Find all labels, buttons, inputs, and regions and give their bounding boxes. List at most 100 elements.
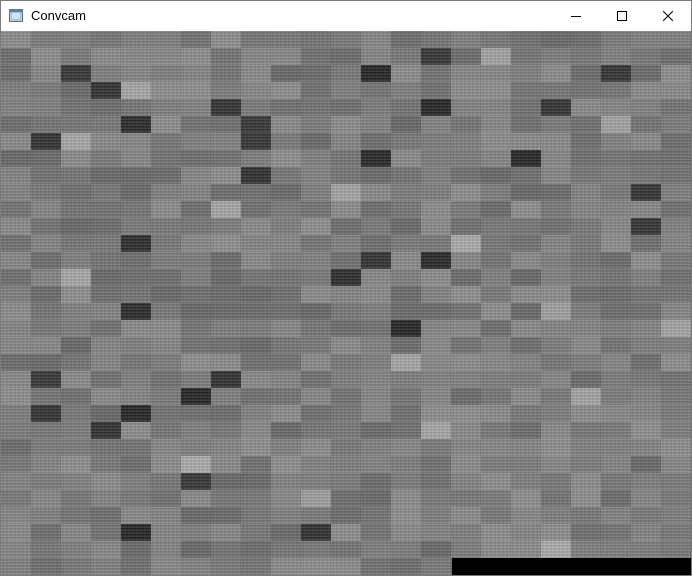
feature-tile (1, 439, 31, 456)
feature-tile (241, 422, 271, 439)
feature-tile (391, 354, 421, 371)
feature-tile (511, 541, 541, 558)
feature-tile (601, 320, 631, 337)
feature-tile (421, 320, 451, 337)
feature-tile (601, 524, 631, 541)
feature-tile (511, 235, 541, 252)
feature-tile (421, 388, 451, 405)
feature-tile (211, 490, 241, 507)
minimize-button[interactable] (553, 1, 599, 31)
feature-tile (631, 235, 661, 252)
feature-tile (511, 303, 541, 320)
feature-tile (91, 48, 121, 65)
feature-tile (601, 65, 631, 82)
close-button[interactable] (645, 1, 691, 31)
feature-tile (361, 320, 391, 337)
feature-tile (31, 252, 61, 269)
feature-tile (631, 116, 661, 133)
feature-tile (31, 320, 61, 337)
feature-tile (1, 473, 31, 490)
feature-tile (631, 167, 661, 184)
feature-tile (331, 473, 361, 490)
feature-tile (1, 218, 31, 235)
feature-tile (31, 133, 61, 150)
feature-tile (451, 286, 481, 303)
feature-tile (91, 218, 121, 235)
feature-tile (301, 150, 331, 167)
feature-tile (571, 405, 601, 422)
feature-tile (31, 150, 61, 167)
feature-tile (571, 235, 601, 252)
feature-tile (571, 320, 601, 337)
feature-tile (1, 235, 31, 252)
feature-tile (121, 184, 151, 201)
feature-tile (181, 150, 211, 167)
feature-tile (61, 286, 91, 303)
feature-tile (481, 320, 511, 337)
feature-tile (541, 354, 571, 371)
feature-tile (511, 65, 541, 82)
feature-tile (451, 303, 481, 320)
feature-tile (361, 405, 391, 422)
feature-tile (511, 405, 541, 422)
feature-tile (511, 48, 541, 65)
feature-tile (541, 150, 571, 167)
feature-tile (481, 439, 511, 456)
feature-tile (31, 541, 61, 558)
feature-tile (661, 218, 691, 235)
feature-tile (151, 320, 181, 337)
feature-tile (241, 286, 271, 303)
feature-tile (61, 473, 91, 490)
feature-tile (571, 150, 601, 167)
feature-tile (61, 524, 91, 541)
feature-tile (481, 99, 511, 116)
feature-tile (451, 167, 481, 184)
feature-tile (181, 286, 211, 303)
feature-tile (631, 184, 661, 201)
feature-tile (91, 473, 121, 490)
feature-tile (631, 65, 661, 82)
feature-tile (481, 456, 511, 473)
feature-tile (541, 235, 571, 252)
feature-tile (481, 116, 511, 133)
feature-tile (241, 184, 271, 201)
feature-tile (661, 201, 691, 218)
maximize-button[interactable] (599, 1, 645, 31)
feature-tile (511, 218, 541, 235)
feature-tile (601, 150, 631, 167)
feature-tile (601, 541, 631, 558)
feature-tile (361, 218, 391, 235)
feature-tile (481, 82, 511, 99)
feature-tile (181, 303, 211, 320)
feature-tile (271, 48, 301, 65)
feature-tile (91, 507, 121, 524)
feature-tile (421, 252, 451, 269)
feature-tile (631, 320, 661, 337)
feature-tile (451, 48, 481, 65)
feature-tile (121, 65, 151, 82)
feature-tile (541, 116, 571, 133)
feature-tile (31, 337, 61, 354)
title-bar[interactable]: Convcam (1, 1, 691, 31)
feature-tile (211, 388, 241, 405)
feature-tile (631, 99, 661, 116)
feature-tile (421, 218, 451, 235)
feature-tile (331, 337, 361, 354)
feature-tile (91, 303, 121, 320)
feature-tile (361, 490, 391, 507)
feature-tile (541, 218, 571, 235)
feature-tile (511, 286, 541, 303)
feature-tile (181, 558, 211, 575)
feature-tile (301, 252, 331, 269)
feature-tile (421, 116, 451, 133)
feature-tile (1, 388, 31, 405)
feature-tile (91, 235, 121, 252)
feature-tile (301, 286, 331, 303)
feature-tile (661, 507, 691, 524)
feature-tile (181, 65, 211, 82)
feature-tile (61, 439, 91, 456)
feature-tile (151, 201, 181, 218)
feature-tile (91, 65, 121, 82)
feature-tile (481, 337, 511, 354)
feature-tile (61, 235, 91, 252)
